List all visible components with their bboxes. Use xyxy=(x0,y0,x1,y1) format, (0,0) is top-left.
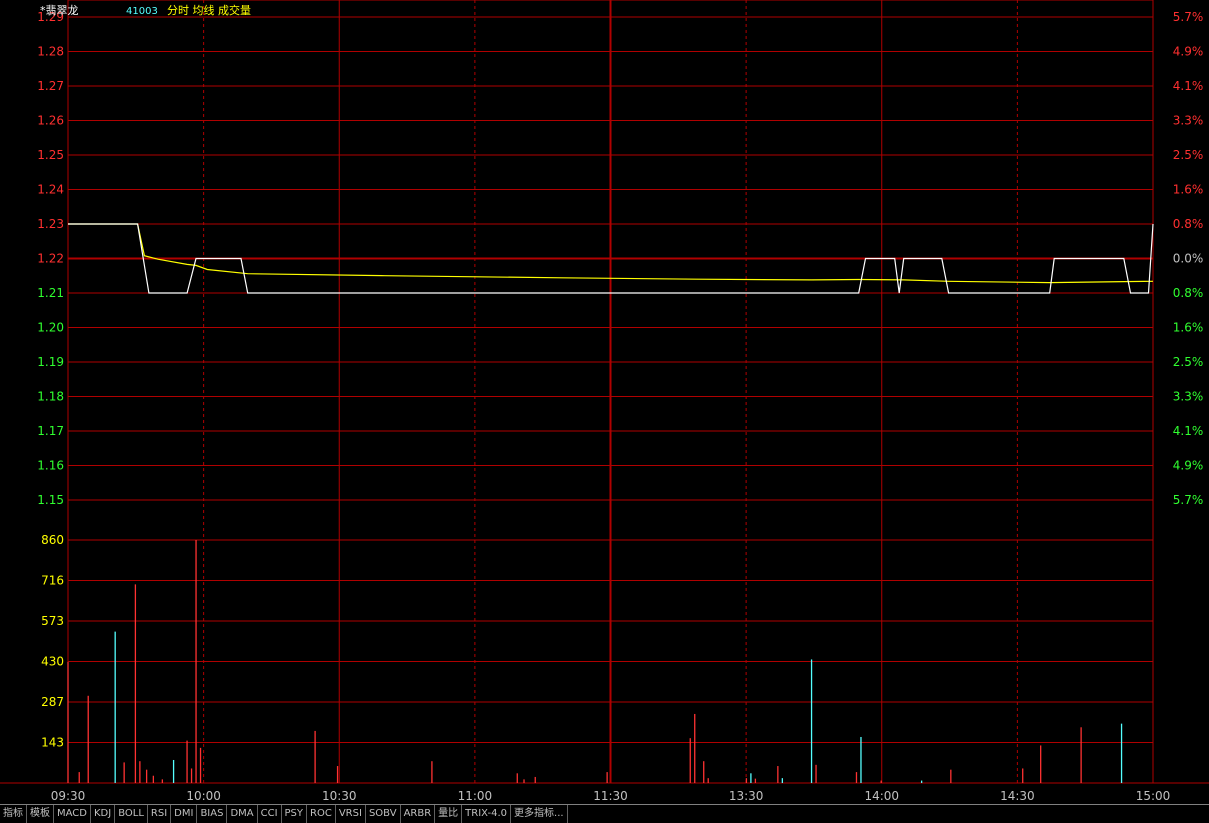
percent-tick-label: 1.6% xyxy=(1173,183,1204,197)
price-tick-label: 1.20 xyxy=(37,321,64,335)
percent-tick-label: 2.5% xyxy=(1173,148,1204,162)
percent-tick-label: 0.8% xyxy=(1173,286,1204,300)
volume-tick-label: 573 xyxy=(41,614,64,628)
percent-tick-label: 0.0% xyxy=(1173,252,1204,266)
price-tick-label: 1.26 xyxy=(37,114,64,128)
indicator-tab[interactable]: PSY xyxy=(282,805,308,823)
indicator-tab[interactable]: SOBV xyxy=(366,805,401,823)
volume-tick-label: 716 xyxy=(41,574,64,588)
indicator-legend: 分时 均线 成交量 xyxy=(167,3,251,17)
indicator-tab[interactable]: DMI xyxy=(171,805,198,823)
indicator-tab[interactable]: BOLL xyxy=(115,805,148,823)
indicator-tab[interactable]: DMA xyxy=(227,805,258,823)
volume-tick-label: 143 xyxy=(41,736,64,750)
percent-tick-label: 4.1% xyxy=(1173,79,1204,93)
percent-tick-label: 5.7% xyxy=(1173,493,1204,507)
price-tick-label: 1.19 xyxy=(37,355,64,369)
price-tick-label: 1.28 xyxy=(37,45,64,59)
price-tick-label: 1.21 xyxy=(37,286,64,300)
volume-tick-label: 430 xyxy=(41,655,64,669)
chart-header: *翡翠龙 41003 分时 均线 成交量 xyxy=(40,3,251,17)
stock-name: *翡翠龙 xyxy=(40,4,79,17)
percent-tick-label: 4.9% xyxy=(1173,459,1204,473)
indicator-tab[interactable]: VRSI xyxy=(336,805,366,823)
time-tick-label: 14:30 xyxy=(1000,789,1035,803)
price-tick-label: 1.16 xyxy=(37,459,64,473)
price-tick-label: 1.27 xyxy=(37,79,64,93)
percent-tick-label: 3.3% xyxy=(1173,390,1204,404)
indicator-tab[interactable]: TRIX-4.0 xyxy=(462,805,512,823)
percent-tick-label: 5.7% xyxy=(1173,10,1204,24)
time-tick-label: 11:30 xyxy=(593,789,628,803)
percent-tick-label: 3.3% xyxy=(1173,114,1204,128)
indicator-tab[interactable]: MACD xyxy=(54,805,91,823)
price-tick-label: 1.15 xyxy=(37,493,64,507)
percent-tick-label: 0.8% xyxy=(1173,217,1204,231)
price-tick-label: 1.22 xyxy=(37,252,64,266)
indicator-tab[interactable]: ARBR xyxy=(401,805,436,823)
chart-grid xyxy=(0,0,1209,784)
percent-tick-label: 4.1% xyxy=(1173,424,1204,438)
time-tick-label: 10:00 xyxy=(186,789,221,803)
volume-tick-label: 860 xyxy=(41,533,64,547)
indicator-tab[interactable]: 量比 xyxy=(435,805,463,823)
price-tick-label: 1.17 xyxy=(37,424,64,438)
price-tick-label: 1.24 xyxy=(37,183,64,197)
indicator-tab[interactable]: 模板 xyxy=(27,805,54,823)
indicator-tab[interactable]: 指标 xyxy=(0,805,27,823)
axis-labels: 1.291.281.271.261.251.241.231.221.211.20… xyxy=(37,10,1203,803)
indicator-tab[interactable]: RSI xyxy=(148,805,172,823)
indicator-tab-bar: 指标 模板 MACD KDJ BOLL RSI DMI BIAS DMA CCI PSY ROC VRS… xyxy=(0,804,1209,823)
time-tick-label: 10:30 xyxy=(322,789,357,803)
time-tick-label: 11:00 xyxy=(458,789,493,803)
intraday-chart[interactable]: 1.291.281.271.261.251.241.231.221.211.20… xyxy=(0,0,1209,822)
indicator-tab[interactable]: KDJ xyxy=(91,805,116,823)
stock-code: 41003 xyxy=(126,6,158,17)
percent-tick-label: 2.5% xyxy=(1173,355,1204,369)
percent-tick-label: 4.9% xyxy=(1173,45,1204,59)
indicator-tab[interactable]: CCI xyxy=(258,805,282,823)
indicator-tab[interactable]: BIAS xyxy=(197,805,228,823)
indicator-tab[interactable]: 更多指标... xyxy=(511,805,568,823)
time-tick-label: 15:00 xyxy=(1136,789,1171,803)
percent-tick-label: 1.6% xyxy=(1173,321,1204,335)
price-tick-label: 1.23 xyxy=(37,217,64,231)
volume-tick-label: 287 xyxy=(41,695,64,709)
time-tick-label: 13:30 xyxy=(729,789,764,803)
time-tick-label: 09:30 xyxy=(51,789,86,803)
price-tick-label: 1.25 xyxy=(37,148,64,162)
indicator-tab[interactable]: ROC xyxy=(307,805,336,823)
time-tick-label: 14:00 xyxy=(864,789,899,803)
price-tick-label: 1.18 xyxy=(37,390,64,404)
